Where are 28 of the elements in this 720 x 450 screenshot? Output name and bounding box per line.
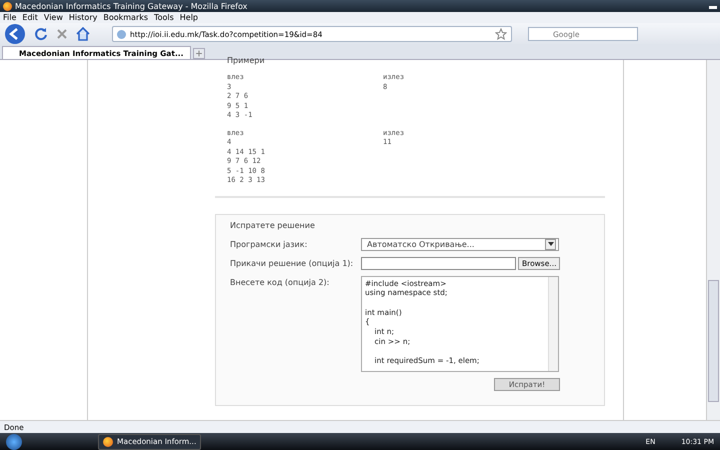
start-button-icon[interactable]: [6, 434, 22, 450]
menu-item[interactable]: View: [44, 13, 63, 22]
caret-icon: [545, 238, 556, 250]
section-heading: Примери: [227, 56, 266, 65]
star-icon[interactable]: [495, 28, 507, 40]
language-dropdown[interactable]: Автоматско Откривање...: [361, 238, 559, 250]
window-title: Macedonian Informatics Training Gateway - Mozilla Firefox: [15, 2, 248, 10]
field-label: Прикачи решение (опција 1):: [230, 258, 354, 270]
form-legend: Испратете решение: [230, 220, 590, 230]
menu-item[interactable]: Bookmarks: [103, 13, 148, 22]
page-scrollbar[interactable]: [706, 60, 720, 420]
globe-icon: [117, 30, 126, 38]
field-label: Програмски јазик:: [230, 238, 308, 250]
field-label: Внесете код (опција 2):: [230, 276, 330, 289]
reload-icon[interactable]: [34, 27, 48, 41]
menu-item[interactable]: Help: [180, 13, 198, 22]
menu-item[interactable]: Tools: [154, 13, 174, 22]
menu-item[interactable]: Edit: [22, 13, 38, 22]
file-path-field[interactable]: [361, 256, 516, 270]
browser-logo-icon: [3, 2, 12, 10]
scrollbar[interactable]: [548, 276, 558, 370]
back-button-icon[interactable]: [4, 23, 26, 45]
home-icon[interactable]: [76, 27, 90, 41]
menu-item[interactable]: History: [68, 13, 98, 22]
minimize-icon[interactable]: [709, 6, 717, 8]
stop-icon[interactable]: [56, 28, 68, 40]
menu-item[interactable]: File: [3, 13, 16, 22]
new-tab-icon[interactable]: [192, 48, 204, 59]
